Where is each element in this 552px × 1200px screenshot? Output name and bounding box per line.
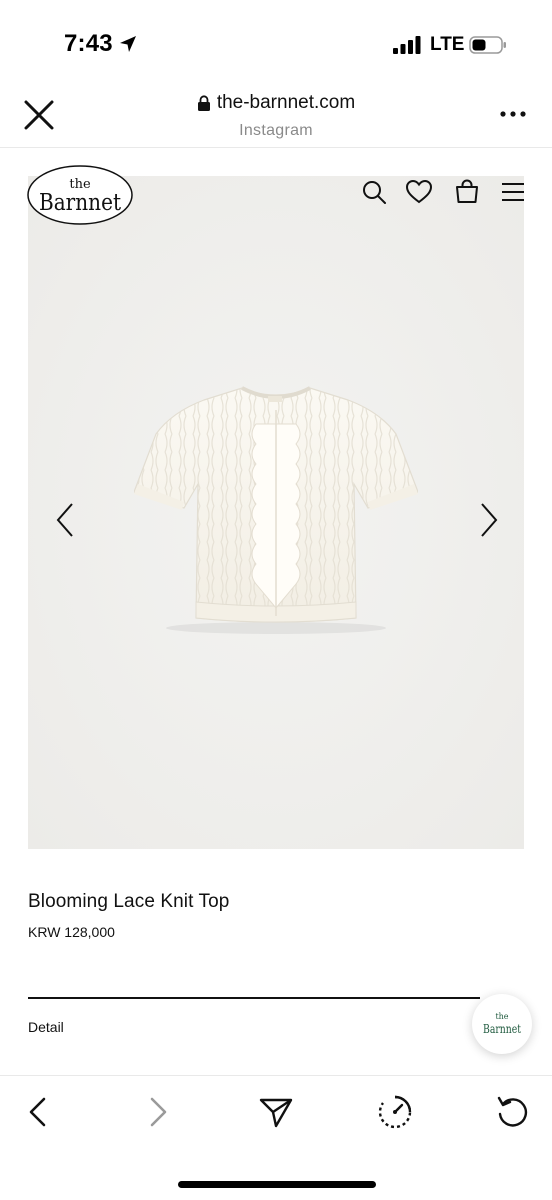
- badge-logo: the Barnnet: [483, 1012, 521, 1036]
- product-price: KRW 128,000: [28, 924, 115, 940]
- product-photo: [134, 386, 418, 634]
- browser-header: the-barnnet.com Instagram: [0, 90, 552, 148]
- chevron-left-icon[interactable]: [52, 500, 82, 540]
- forward-icon[interactable]: [140, 1094, 176, 1130]
- product-image[interactable]: [28, 176, 524, 849]
- more-icon[interactable]: [498, 108, 528, 120]
- menu-icon[interactable]: [499, 178, 527, 206]
- close-icon[interactable]: [22, 98, 56, 132]
- location-arrow-icon: [120, 36, 136, 52]
- back-icon[interactable]: [20, 1094, 56, 1130]
- site-header: the Barnnet: [0, 148, 552, 228]
- detail-tab[interactable]: Detail: [28, 1019, 64, 1035]
- search-icon[interactable]: [360, 178, 388, 206]
- logo-main-text: Barnnet: [39, 190, 122, 216]
- lock-icon: [197, 95, 210, 111]
- site-logo[interactable]: the Barnnet: [26, 164, 134, 226]
- product-title: Blooming Lace Knit Top: [28, 891, 230, 912]
- badge-main-text: Barnnet: [483, 1022, 521, 1036]
- divider: [28, 997, 480, 999]
- shopping-bag-icon[interactable]: [453, 178, 481, 206]
- speed-icon[interactable]: [377, 1094, 413, 1130]
- badge-small-text: the: [495, 1012, 508, 1021]
- logo-oval: the Barnnet: [27, 165, 133, 225]
- chevron-right-icon[interactable]: [472, 500, 502, 540]
- refresh-icon[interactable]: [495, 1094, 531, 1130]
- chat-badge-button[interactable]: the Barnnet: [472, 994, 532, 1054]
- network-label: LTE: [430, 34, 465, 55]
- battery-icon: [469, 36, 506, 54]
- home-indicator[interactable]: [178, 1181, 376, 1188]
- address-bar[interactable]: the-barnnet.com Instagram: [140, 92, 412, 140]
- status-time: 7:43: [64, 30, 113, 57]
- page-url: the-barnnet.com: [216, 92, 356, 113]
- signal-icon: [393, 36, 421, 54]
- status-bar: 7:43 LTE: [0, 0, 552, 90]
- heart-icon[interactable]: [405, 178, 433, 206]
- share-icon[interactable]: [258, 1094, 294, 1130]
- source-label: Instagram: [239, 122, 313, 139]
